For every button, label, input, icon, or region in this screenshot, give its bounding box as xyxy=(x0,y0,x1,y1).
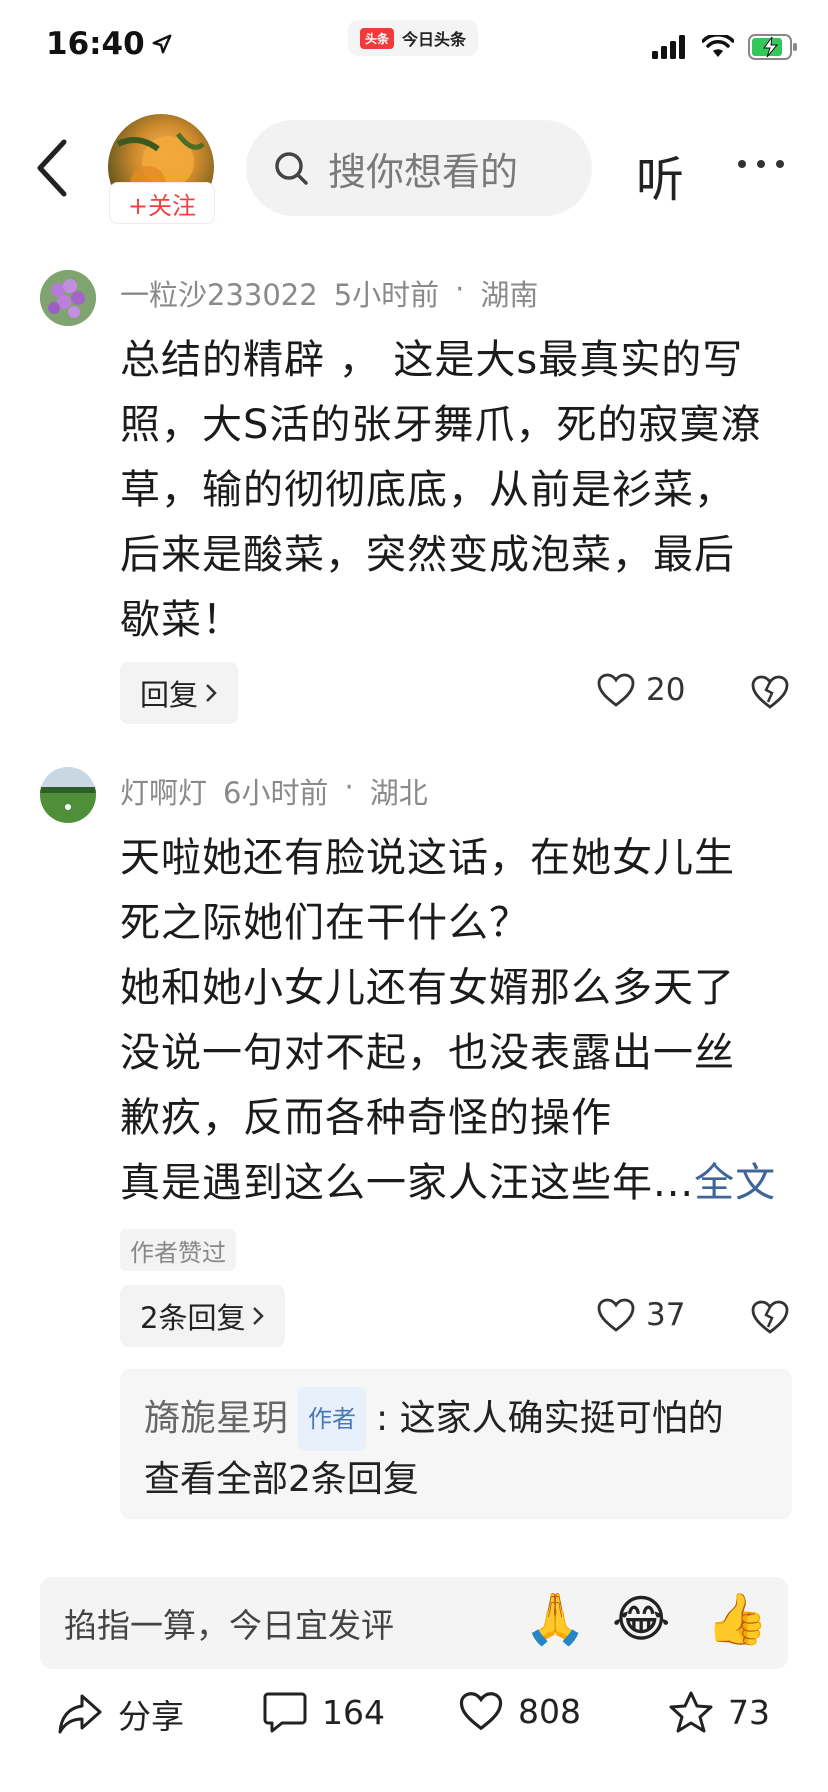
full-text-link[interactable]: 全文 xyxy=(694,1160,776,1206)
field-avatar-image xyxy=(40,767,96,823)
comment-line: 草，输的彻彻底底，从前是衫菜， xyxy=(120,467,735,513)
comment-input[interactable]: 掐指一算，今日宜发评 xyxy=(40,1577,788,1669)
like-count: 20 xyxy=(646,672,686,708)
comment-line: 天啦她还有脸说这话，在她女儿生 xyxy=(120,835,735,881)
comment-line: 歇菜！ xyxy=(120,597,243,643)
comment-line-text: 真是遇到这么一家人汪这些年... xyxy=(120,1160,695,1206)
heart-icon xyxy=(597,1298,635,1332)
comment-line: 她和她小女儿还有女婿那么多天了 xyxy=(120,965,735,1011)
meta-dot: · xyxy=(455,272,465,306)
share-button[interactable]: 分享 xyxy=(56,1690,184,1738)
broken-heart-icon[interactable] xyxy=(750,1299,790,1335)
comment-username[interactable]: 一粒沙233022 xyxy=(120,272,318,314)
comments-count: 164 xyxy=(322,1692,385,1732)
reply-label: 回复 xyxy=(140,678,199,712)
commenter-avatar[interactable] xyxy=(40,270,96,326)
like-button[interactable]: 37 xyxy=(596,1297,685,1333)
status-time: 16:40 xyxy=(46,26,173,62)
battery-charging-icon xyxy=(748,34,797,60)
search-input[interactable]: 搜你想看的 xyxy=(246,120,592,216)
chevron-right-icon xyxy=(206,684,217,702)
comment-time: 6小时前 xyxy=(223,776,329,810)
back-arrow-icon[interactable] xyxy=(34,138,74,198)
like-article-button[interactable]: 808 xyxy=(458,1690,581,1732)
comment-line: 死之际她们在干什么？ xyxy=(120,900,530,946)
comment-time: 5小时前 xyxy=(333,278,440,312)
share-icon xyxy=(58,1694,102,1734)
comment-line: 照，大S活的张牙舞爪，死的寂寞潦 xyxy=(120,402,762,448)
follow-button[interactable]: +关注 xyxy=(110,183,214,223)
sub-reply-username[interactable]: 旖旎星玥 xyxy=(144,1390,288,1448)
thumbs-up-emoji-button[interactable]: 👍 xyxy=(706,1590,768,1649)
flower-avatar-image xyxy=(40,270,96,326)
comment-placeholder: 掐指一算，今日宜发评 xyxy=(64,1606,394,1645)
comment-location: 湖北 xyxy=(369,776,428,810)
wifi-icon xyxy=(702,35,734,57)
status-app-indicator[interactable]: 头条 今日头条 xyxy=(348,20,479,56)
search-icon xyxy=(275,152,308,185)
sub-reply-line: 旖旎星玥 作者 : 这家人确实挺可怕的 xyxy=(144,1387,768,1451)
share-label: 分享 xyxy=(118,1697,184,1736)
reply-button[interactable]: 回复 xyxy=(120,662,239,724)
commenter-avatar[interactable] xyxy=(40,767,96,823)
laugh-emoji-button[interactable]: 😂 xyxy=(612,1590,670,1648)
star-icon xyxy=(669,1691,713,1733)
status-icons xyxy=(652,34,798,60)
comment-line: 没说一句对不起，也没表露出一丝 xyxy=(120,1030,735,1076)
search-placeholder: 搜你想看的 xyxy=(328,149,519,194)
reply-label: 2条回复 xyxy=(140,1301,246,1335)
like-button[interactable]: 20 xyxy=(596,672,685,708)
signal-icon xyxy=(652,35,685,59)
comment-username[interactable]: 灯啊灯 xyxy=(120,770,207,812)
comment-line: 总结的精辟 ， 这是大s最真实的写 xyxy=(120,337,744,383)
pray-emoji-button[interactable]: 🙏 xyxy=(524,1590,586,1649)
more-options-icon[interactable] xyxy=(738,160,784,168)
comment-text[interactable]: 天啦她还有脸说这话，在她女儿生 死之际她们在干什么？ 她和她小女儿还有女婿那么多… xyxy=(120,826,800,1216)
heart-icon xyxy=(459,1692,503,1731)
sub-reply-box[interactable]: 旖旎星玥 作者 : 这家人确实挺可怕的 查看全部2条回复 xyxy=(120,1369,792,1519)
app-badge: 头条 xyxy=(360,27,395,49)
author-liked-badge: 作者赞过 xyxy=(120,1229,236,1271)
sub-reply-text: : 这家人确实挺可怕的 xyxy=(376,1398,724,1439)
heart-icon xyxy=(597,673,635,707)
replies-button[interactable]: 2条回复 xyxy=(120,1285,286,1347)
view-all-replies-link[interactable]: 查看全部2条回复 xyxy=(144,1451,768,1509)
comment-location: 湖南 xyxy=(480,278,539,312)
like-count: 37 xyxy=(646,1297,686,1333)
meta-dot: · xyxy=(344,770,354,804)
app-name: 今日头条 xyxy=(402,30,467,49)
comment-meta: 灯啊灯 6小时前 · 湖北 xyxy=(120,770,428,812)
likes-count: 808 xyxy=(518,1691,581,1731)
listen-button[interactable]: 听 xyxy=(636,140,684,210)
chevron-right-icon xyxy=(253,1307,265,1325)
comment-line: 真是遇到这么一家人汪这些年...全文 xyxy=(120,1151,800,1216)
author-tag: 作者 xyxy=(298,1387,367,1451)
favorite-button[interactable]: 73 xyxy=(668,1690,770,1734)
location-arrow-icon xyxy=(152,34,172,54)
broken-heart-icon[interactable] xyxy=(750,674,790,710)
comments-button[interactable]: 164 xyxy=(262,1690,385,1734)
comment-icon xyxy=(263,1692,307,1733)
favorites-count: 73 xyxy=(728,1692,770,1732)
comment-text[interactable]: 总结的精辟 ， 这是大s最真实的写 照，大S活的张牙舞爪，死的寂寞潦 草，输的彻… xyxy=(120,328,800,653)
comment-line: 后来是酸菜，突然变成泡菜，最后 xyxy=(120,532,735,578)
comment-meta: 一粒沙233022 5小时前 · 湖南 xyxy=(120,272,538,314)
comment-line: 歉疚，反而各种奇怪的操作 xyxy=(120,1095,612,1141)
time-text: 16:40 xyxy=(46,26,145,62)
